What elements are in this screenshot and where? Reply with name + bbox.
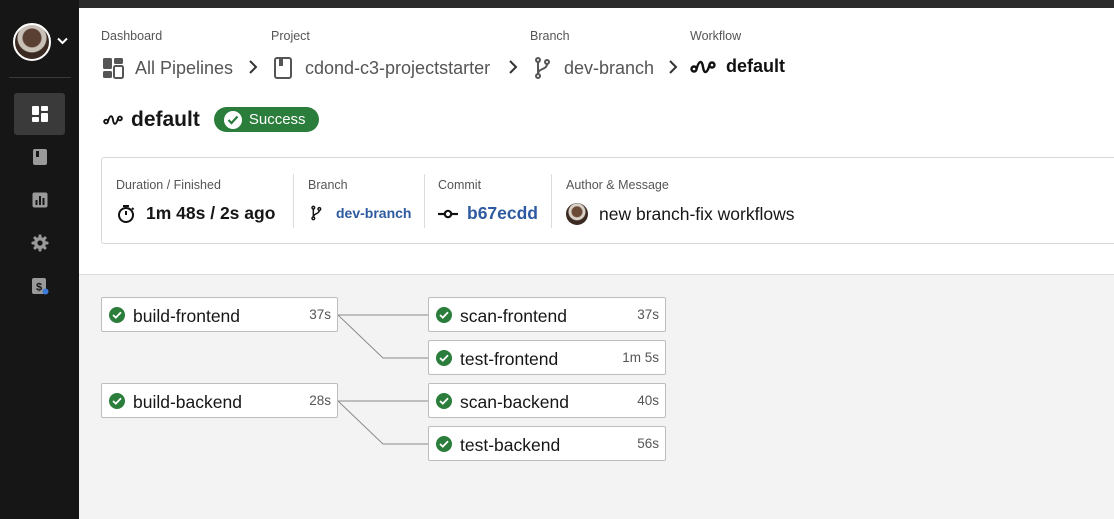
breadcrumb-branch: Branch dev-branch <box>530 29 654 80</box>
timer-icon <box>118 204 135 223</box>
check-circle-icon <box>436 393 452 409</box>
divider <box>424 174 425 228</box>
sidebar-item-projects[interactable] <box>14 136 65 178</box>
workflow-icon <box>690 60 716 73</box>
breadcrumb-value: cdond-c3-projectstarter <box>305 57 491 78</box>
job-name: scan-frontend <box>460 306 568 326</box>
sidebar-item-settings[interactable] <box>14 222 65 264</box>
breadcrumb-label: Branch <box>530 29 570 43</box>
job-test-backend[interactable]: test-backend 56s <box>428 426 666 461</box>
check-circle-icon <box>109 307 125 323</box>
breadcrumb-workflow: Workflow default <box>690 29 785 77</box>
job-duration: 37s <box>309 307 331 322</box>
divider <box>551 174 552 228</box>
workflow-icon <box>103 114 123 125</box>
sidebar-item-dashboard[interactable] <box>14 93 65 135</box>
job-name: test-frontend <box>460 349 559 369</box>
job-name: build-backend <box>133 392 242 412</box>
avatar[interactable] <box>13 23 51 61</box>
check-circle-icon <box>223 110 242 129</box>
job-duration: 1m 5s <box>622 350 659 365</box>
job-build-frontend[interactable]: build-frontend 37s <box>101 297 338 332</box>
commit-message: new branch-fix workflows <box>599 203 795 224</box>
branch-icon <box>311 205 322 221</box>
branch-value: dev-branch <box>336 205 412 221</box>
branch-link[interactable]: dev-branch <box>308 203 411 223</box>
sidebar: $ <box>0 0 79 519</box>
plan-icon: $ <box>31 278 48 295</box>
commit-value: b67ecdd <box>467 203 538 223</box>
top-bar <box>0 0 1114 8</box>
chevron-right-icon <box>669 60 678 74</box>
workflow-header: default Success <box>103 107 319 132</box>
info-label: Commit <box>438 178 482 192</box>
job-name: build-frontend <box>133 306 241 326</box>
job-scan-frontend[interactable]: scan-frontend 37s <box>428 297 666 332</box>
breadcrumb-label: Project <box>271 29 310 43</box>
breadcrumb-dashboard: Dashboard All Pipelines <box>101 29 233 80</box>
info-value: 1m 48s / 2s ago <box>116 203 275 224</box>
breadcrumb-current-workflow: default <box>690 56 785 77</box>
breadcrumb-label: Dashboard <box>101 29 163 43</box>
check-circle-icon <box>436 350 452 366</box>
job-name: scan-backend <box>460 392 569 412</box>
project-icon <box>274 57 292 79</box>
job-scan-backend[interactable]: scan-backend 40s <box>428 383 666 418</box>
chevron-right-icon <box>509 60 518 74</box>
job-name: test-backend <box>460 435 561 455</box>
pipeline-graph: build-frontend 37s scan-frontend 37s tes… <box>79 274 1114 519</box>
divider <box>293 174 294 228</box>
breadcrumb-label: Workflow <box>690 29 742 43</box>
job-duration: 40s <box>637 393 659 408</box>
job-build-backend[interactable]: build-backend 28s <box>101 383 338 418</box>
projects-icon <box>32 149 47 165</box>
sidebar-divider <box>9 77 71 78</box>
branch-icon <box>535 57 550 79</box>
breadcrumb-project: Project cdond-c3-projectstarter <box>271 29 490 80</box>
author-avatar <box>566 203 588 225</box>
job-duration: 28s <box>309 393 331 408</box>
sidebar-item-insights[interactable] <box>14 179 65 221</box>
breadcrumb-link-project[interactable]: cdond-c3-projectstarter <box>271 56 490 80</box>
svg-text:$: $ <box>35 282 41 294</box>
info-value: new branch-fix workflows <box>566 203 794 225</box>
duration-value: 1m 48s / 2s ago <box>146 203 276 223</box>
info-label: Branch <box>308 178 348 192</box>
user-menu[interactable] <box>13 23 68 61</box>
dashboard-icon <box>103 58 124 79</box>
chevron-right-icon <box>249 60 258 74</box>
check-circle-icon <box>436 436 452 452</box>
dashboard-icon <box>31 106 48 122</box>
page-title: default <box>131 107 200 131</box>
status-badge: Success <box>213 107 319 132</box>
job-duration: 37s <box>637 307 659 322</box>
info-label: Duration / Finished <box>116 178 221 192</box>
job-test-frontend[interactable]: test-frontend 1m 5s <box>428 340 666 375</box>
breadcrumb-link-dashboard[interactable]: All Pipelines <box>101 56 233 80</box>
breadcrumb-link-branch[interactable]: dev-branch <box>530 56 654 80</box>
check-circle-icon <box>109 393 125 409</box>
info-label: Author & Message <box>566 178 669 192</box>
commit-icon <box>438 209 458 218</box>
breadcrumb-value: All Pipelines <box>135 57 234 78</box>
commit-link[interactable]: b67ecdd <box>438 203 538 224</box>
check-circle-icon <box>436 307 452 323</box>
breadcrumb-value: default <box>726 56 786 76</box>
status-text: Success <box>248 111 306 128</box>
workflow-info-card: Duration / Finished 1m 48s / 2s ago Bran… <box>101 157 1114 244</box>
insights-icon <box>32 192 47 208</box>
job-duration: 56s <box>637 436 659 451</box>
settings-icon <box>31 234 48 252</box>
chevron-down-icon[interactable] <box>57 36 68 48</box>
sidebar-item-plan[interactable]: $ <box>14 265 65 307</box>
breadcrumb-value: dev-branch <box>564 57 655 78</box>
